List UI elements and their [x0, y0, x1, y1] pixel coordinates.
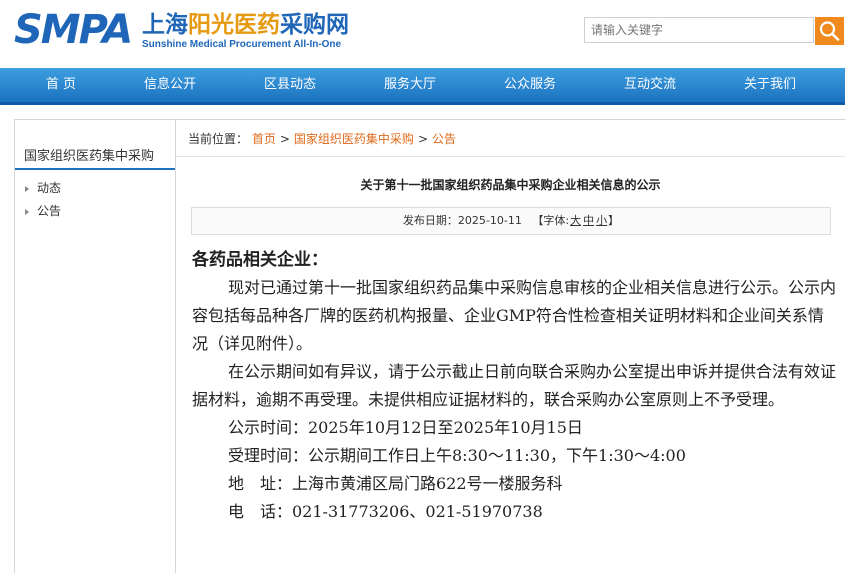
breadcrumb-separator: > — [417, 132, 428, 146]
nav-item-district-news[interactable]: 区县动态 — [245, 68, 335, 102]
logo-english-name: Sunshine Medical Procurement All-In-One — [142, 39, 342, 50]
breadcrumb-home-link[interactable]: 首页 — [252, 132, 276, 146]
search-button[interactable] — [815, 17, 844, 45]
nav-item-interaction[interactable]: 互动交流 — [605, 68, 695, 102]
article-paragraph: 在公示期间如有异议，请于公示截止日前向联合采购办公室提出申诉并提供合法有效证据材… — [192, 362, 837, 409]
sidebar-item-label: 公告 — [37, 204, 62, 218]
site-header: SMPA 上海阳光医药采购网 Sunshine Medical Procurem… — [0, 0, 845, 68]
sidebar-item-label: 动态 — [37, 181, 62, 195]
sidebar-item-news[interactable]: 动态 — [25, 179, 61, 196]
sidebar-title-text: 国家组织医药集中采购 — [24, 149, 155, 164]
contact-phone: 电 话：021-31773206、021-51970738 — [228, 502, 543, 521]
breadcrumb: 当前位置： 首页 > 国家组织医药集中采购 > 公告 — [188, 130, 456, 147]
logo-cn-part-a: 上海 — [142, 11, 188, 38]
search-input[interactable] — [584, 17, 814, 43]
publish-date-label: 发布日期： — [402, 214, 458, 227]
font-size-medium-link[interactable]: 中 — [583, 214, 594, 227]
nav-item-info-public[interactable]: 信息公开 — [125, 68, 215, 102]
main-content: 当前位置： 首页 > 国家组织医药集中采购 > 公告 关于第十一批国家组织药品集中采购企… — [176, 119, 845, 574]
breadcrumb-divider — [176, 156, 845, 157]
font-size-large-link[interactable]: 大 — [570, 214, 581, 227]
logo-smpa-text: SMPA — [14, 7, 133, 53]
article-paragraph: 现对已通过第十一批国家组织药品集中采购信息审核的企业相关信息进行公示。公示内容包… — [192, 278, 837, 353]
arrow-right-icon — [25, 208, 29, 215]
contact-address: 地 址：上海市黄浦区局门路622号一楼服务科 — [228, 474, 563, 493]
font-size-label: 【字体: — [532, 214, 570, 227]
article-meta: 发布日期：2025-10-11 【字体:大中小】 — [191, 207, 831, 235]
article-title: 关于第十一批国家组织药品集中采购企业相关信息的公示 — [360, 178, 661, 192]
nav-item-about-us[interactable]: 关于我们 — [725, 68, 815, 102]
acceptance-hours: 受理时间：公示期间工作日上午8:30～11:30，下午1:30～4:00 — [228, 446, 686, 465]
arrow-right-icon — [25, 185, 29, 192]
nav-item-home[interactable]: 首 页 — [16, 68, 106, 102]
main-nav: 首 页 信息公开 区县动态 服务大厅 公众服务 互动交流 关于我们 — [0, 68, 845, 105]
search-icon — [819, 21, 840, 41]
font-size-small-link[interactable]: 小 — [596, 214, 607, 227]
breadcrumb-label: 当前位置： — [188, 132, 249, 146]
article-greeting: 各药品相关企业： — [192, 250, 328, 270]
notice-period: 公示时间：2025年10月12日至2025年10月15日 — [228, 418, 583, 437]
font-size-bracket: 】 — [608, 214, 620, 227]
nav-item-service-hall[interactable]: 服务大厅 — [365, 68, 455, 102]
logo-cn-part-b: 阳光医药 — [188, 11, 280, 38]
article-body: 各药品相关企业： 现对已通过第十一批国家组织药品集中采购信息审核的企业相关信息进… — [192, 246, 836, 526]
sidebar-item-notices[interactable]: 公告 — [25, 202, 61, 219]
breadcrumb-notice-link[interactable]: 公告 — [432, 132, 456, 146]
nav-item-public-service[interactable]: 公众服务 — [485, 68, 575, 102]
sidebar: 国家组织医药集中采购 动态 公告 — [14, 119, 176, 573]
logo-cn-part-c: 采购网 — [280, 11, 349, 38]
logo-chinese-name: 上海阳光医药采购网 — [142, 12, 349, 38]
breadcrumb-separator: > — [279, 132, 290, 146]
breadcrumb-category-link[interactable]: 国家组织医药集中采购 — [294, 132, 414, 146]
publish-date: 2025-10-11 — [457, 214, 522, 227]
sidebar-title: 国家组织医药集中采购 — [15, 120, 175, 170]
